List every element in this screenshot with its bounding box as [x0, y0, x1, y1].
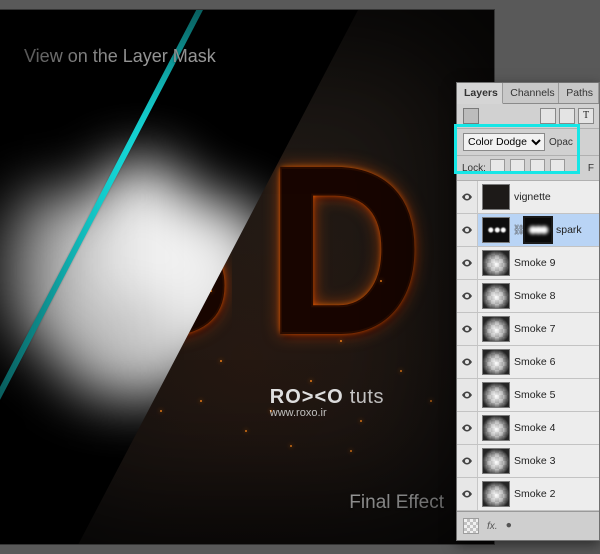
- layer-name[interactable]: Smoke 9: [514, 257, 555, 269]
- layer-list: vignette ⛓ spark Smoke 9 Smoke 8: [457, 181, 599, 511]
- layer-row[interactable]: Smoke 6: [457, 346, 599, 379]
- layer-thumbnail[interactable]: [482, 448, 510, 474]
- layer-name[interactable]: Smoke 5: [514, 389, 555, 401]
- layer-row[interactable]: Smoke 9: [457, 247, 599, 280]
- layer-thumbnail[interactable]: [482, 217, 510, 243]
- layer-name[interactable]: Smoke 7: [514, 323, 555, 335]
- brand-name: RO><O: [270, 386, 344, 408]
- eye-icon: [461, 224, 473, 236]
- eye-icon: [461, 257, 473, 269]
- layer-name[interactable]: spark: [556, 224, 582, 236]
- fill-label: F: [588, 163, 594, 174]
- lock-transparency-icon[interactable]: [490, 159, 505, 174]
- tab-paths[interactable]: Paths: [559, 83, 599, 103]
- visibility-toggle[interactable]: [457, 379, 478, 411]
- layer-row[interactable]: Smoke 5: [457, 379, 599, 412]
- eye-icon: [461, 191, 473, 203]
- eye-icon: [461, 488, 473, 500]
- layer-thumbnail[interactable]: [482, 349, 510, 375]
- lock-label: Lock:: [462, 163, 486, 174]
- filter-adjustment-icon[interactable]: [559, 108, 575, 124]
- layer-thumbnail[interactable]: [482, 382, 510, 408]
- eye-icon: [461, 455, 473, 467]
- visibility-toggle[interactable]: [457, 313, 478, 345]
- blend-mode-select[interactable]: Color Dodge: [463, 133, 545, 151]
- layer-thumbnail[interactable]: [482, 250, 510, 276]
- caption-final-effect: Final Effect: [349, 492, 444, 514]
- link-layers-icon[interactable]: [463, 518, 479, 534]
- eye-icon: [461, 290, 473, 302]
- layer-thumbnail[interactable]: [482, 184, 510, 210]
- lock-row: Lock: F: [457, 156, 599, 181]
- panel-tabs: Layers Channels Paths: [457, 83, 599, 104]
- layer-row[interactable]: Smoke 4: [457, 412, 599, 445]
- eye-icon: [461, 356, 473, 368]
- eye-icon: [461, 323, 473, 335]
- blend-opacity-row: Color Dodge Opac: [457, 129, 599, 156]
- layer-style-icon[interactable]: ●: [506, 519, 520, 533]
- caption-mask-view: View on the Layer Mask: [24, 46, 216, 67]
- visibility-toggle[interactable]: [457, 412, 478, 444]
- layer-row[interactable]: Smoke 7: [457, 313, 599, 346]
- filter-row: T: [457, 104, 599, 129]
- layer-name[interactable]: Smoke 6: [514, 356, 555, 368]
- lock-pixels-icon[interactable]: [510, 159, 525, 174]
- link-mask-icon[interactable]: ⛓: [514, 225, 524, 236]
- layer-mask-thumbnail[interactable]: [524, 217, 552, 243]
- tab-channels[interactable]: Channels: [503, 83, 559, 103]
- visibility-toggle[interactable]: [457, 445, 478, 477]
- layer-name[interactable]: Smoke 8: [514, 290, 555, 302]
- tutorial-image: S D View on the Layer Mask Final Effect: [0, 0, 600, 554]
- filter-type-icons: T: [540, 108, 594, 124]
- layer-name[interactable]: Smoke 2: [514, 488, 555, 500]
- layers-panel: Layers Channels Paths T Color Dodge Opac…: [456, 82, 600, 541]
- layer-thumbnail[interactable]: [482, 283, 510, 309]
- layer-thumbnail[interactable]: [482, 481, 510, 507]
- opacity-label: Opac: [549, 137, 573, 148]
- visibility-toggle[interactable]: [457, 214, 478, 246]
- layer-row[interactable]: Smoke 8: [457, 280, 599, 313]
- visibility-toggle[interactable]: [457, 478, 478, 510]
- filter-type-icon[interactable]: T: [578, 108, 594, 124]
- visibility-toggle[interactable]: [457, 280, 478, 312]
- layer-row[interactable]: Smoke 2: [457, 478, 599, 511]
- layer-thumbnail[interactable]: [482, 316, 510, 342]
- layer-row[interactable]: ⛓ spark: [457, 214, 599, 247]
- filter-kind[interactable]: [463, 108, 479, 124]
- eye-icon: [461, 422, 473, 434]
- fx-icon[interactable]: fx.: [487, 521, 498, 532]
- layer-name[interactable]: vignette: [514, 191, 551, 203]
- layer-row[interactable]: vignette: [457, 181, 599, 214]
- filter-pixel-icon[interactable]: [540, 108, 556, 124]
- brand-suffix: tuts: [350, 386, 384, 408]
- visibility-toggle[interactable]: [457, 181, 478, 213]
- layer-row[interactable]: Smoke 3: [457, 445, 599, 478]
- eye-icon: [461, 389, 473, 401]
- brand-watermark: RO><O tuts www.roxo.ir: [270, 386, 384, 419]
- layer-name[interactable]: Smoke 3: [514, 455, 555, 467]
- brand-url: www.roxo.ir: [270, 407, 384, 419]
- lock-all-icon[interactable]: [550, 159, 565, 174]
- visibility-toggle[interactable]: [457, 346, 478, 378]
- artwork-canvas: S D View on the Layer Mask Final Effect: [0, 10, 494, 544]
- visibility-toggle[interactable]: [457, 247, 478, 279]
- tab-layers[interactable]: Layers: [457, 83, 503, 104]
- lock-position-icon[interactable]: [530, 159, 545, 174]
- layer-name[interactable]: Smoke 4: [514, 422, 555, 434]
- layer-thumbnail[interactable]: [482, 415, 510, 441]
- panel-footer: fx. ●: [457, 511, 599, 540]
